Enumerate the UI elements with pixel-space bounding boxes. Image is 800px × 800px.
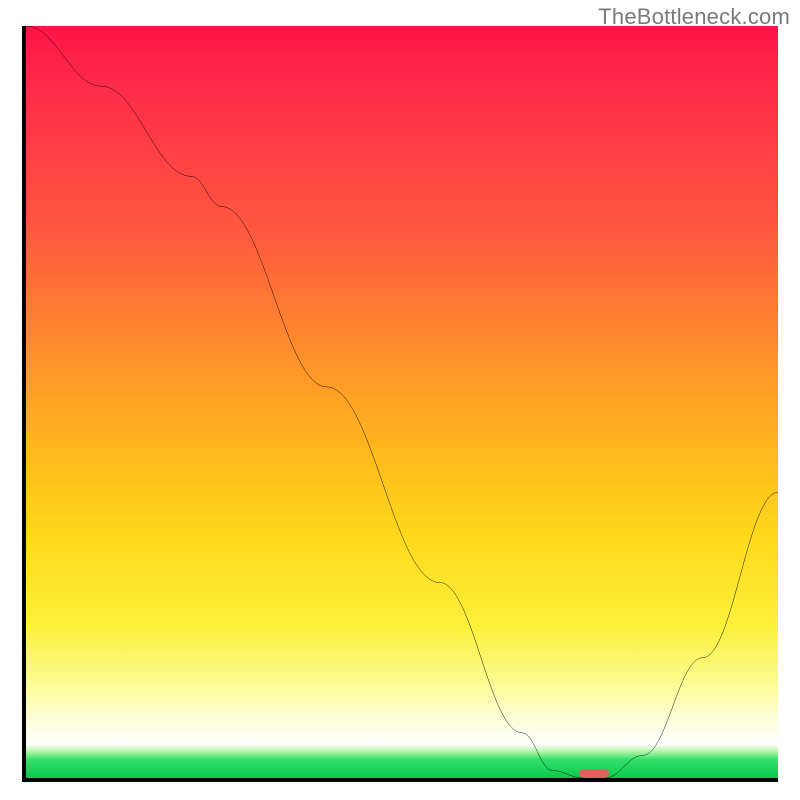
plot-area (22, 26, 778, 782)
chart-frame: TheBottleneck.com (0, 0, 800, 800)
curve-layer (26, 26, 778, 778)
bottleneck-curve (26, 26, 778, 778)
optimal-point-pill (579, 769, 609, 778)
